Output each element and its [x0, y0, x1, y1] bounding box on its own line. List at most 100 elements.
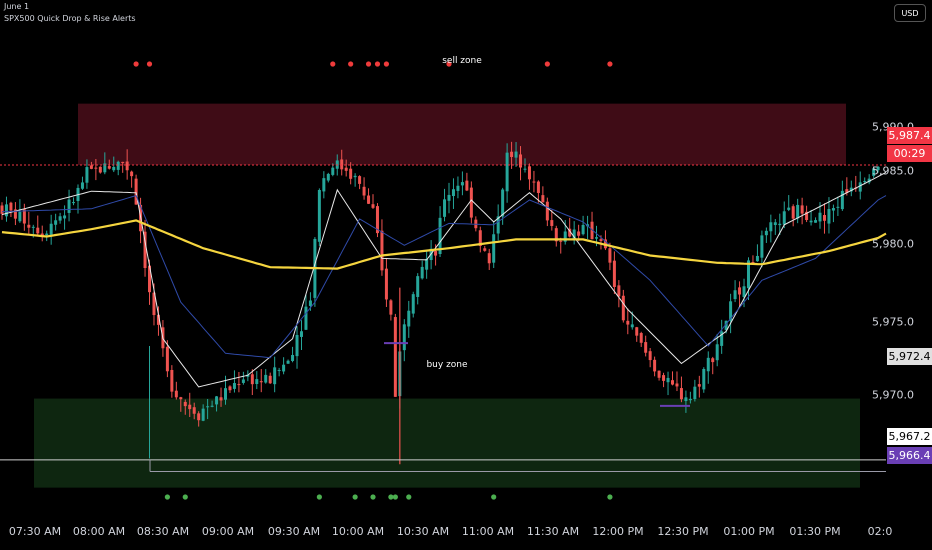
last-price-tag: 5,987.4: [887, 127, 932, 144]
drop-alert-dot: [374, 61, 381, 67]
candle-body: [125, 161, 129, 171]
candle-body: [201, 408, 205, 421]
buy-zone: [34, 398, 860, 488]
candle-body: [510, 151, 514, 158]
candle-body: [380, 230, 384, 271]
candle-body: [536, 181, 540, 193]
candle-body: [85, 167, 89, 183]
chart-date: June 1: [4, 2, 30, 11]
x-tick-label: 10:00 AM: [331, 525, 385, 538]
candle-body: [630, 324, 634, 328]
level-tag-a: 5,972.4: [887, 348, 932, 365]
candle-body: [460, 182, 464, 186]
candle-body: [98, 166, 102, 173]
candle-body: [36, 227, 40, 234]
candle-body: [559, 240, 563, 242]
currency-button[interactable]: USD: [894, 4, 926, 22]
candle-body: [863, 181, 867, 183]
candle-body: [800, 205, 804, 214]
drop-alert-dot: [365, 61, 372, 67]
candle-body: [228, 386, 232, 391]
candle-body: [80, 182, 84, 189]
candle-body: [675, 383, 679, 387]
candle-body: [393, 317, 397, 397]
candle-body: [411, 294, 415, 314]
candle-body: [809, 220, 813, 223]
candle-body: [219, 397, 223, 401]
candle-body: [371, 204, 375, 208]
candle-body: [465, 180, 469, 191]
x-tick-label: 08:30 AM: [136, 525, 190, 538]
candle-body: [45, 233, 49, 236]
candle-body: [322, 178, 326, 192]
candle-body: [340, 159, 344, 170]
candle-body: [577, 231, 581, 236]
candle-body: [94, 167, 98, 169]
candle-body: [635, 327, 639, 336]
candle-body: [308, 300, 312, 306]
candle-body: [639, 333, 643, 343]
candle-body: [469, 187, 473, 218]
candle-body: [599, 239, 603, 242]
candle-body: [451, 189, 455, 197]
price-chart[interactable]: [0, 0, 932, 550]
x-tick-label: 11:30 AM: [526, 525, 580, 538]
candle-body: [215, 396, 219, 405]
candle-body: [326, 173, 330, 181]
candle-body: [621, 295, 625, 321]
candle-body: [286, 360, 290, 364]
candle-body: [367, 195, 371, 204]
y-tick-label: 5,985.0: [872, 164, 914, 178]
candle-body: [617, 285, 621, 297]
candle-body: [648, 351, 652, 361]
indicator-title[interactable]: SPX500 Quick Drop & Rise Alerts: [4, 14, 136, 23]
x-tick-label: 10:30 AM: [396, 525, 450, 538]
x-tick-label: 02:0: [867, 525, 893, 538]
candle-body: [814, 220, 818, 223]
candle-body: [541, 195, 545, 203]
candle-body: [483, 248, 487, 251]
candle-body: [702, 369, 706, 390]
candle-body: [626, 320, 630, 325]
drop-alert-dot: [383, 61, 390, 67]
rise-alert-dot: [164, 494, 170, 500]
drop-alert-dot: [146, 61, 153, 67]
candle-body: [402, 324, 406, 351]
candle-body: [501, 189, 505, 217]
candle-body: [514, 151, 518, 158]
candle-body: [344, 167, 348, 171]
candle-body: [796, 204, 800, 219]
rise-alert-dot: [406, 494, 412, 500]
candle-body: [49, 223, 53, 237]
candle-body: [532, 181, 536, 183]
candle-body: [787, 207, 791, 210]
candle-body: [174, 390, 178, 398]
candle-body: [697, 384, 701, 387]
candle-body: [818, 212, 822, 222]
candle-body: [492, 234, 496, 263]
candle-body: [706, 357, 710, 372]
candle-body: [58, 216, 62, 221]
candle-body: [666, 377, 670, 383]
candle-body: [210, 405, 214, 407]
candle-body: [206, 406, 210, 408]
candle-body: [259, 381, 263, 383]
rise-alert-dot: [607, 494, 613, 500]
candle-body: [612, 260, 616, 287]
x-tick-label: 12:30 PM: [657, 525, 709, 538]
candle-body: [434, 250, 438, 256]
candle-body: [362, 186, 366, 196]
candle-body: [644, 342, 648, 353]
bar-countdown: 00:29: [887, 145, 932, 162]
rise-alert-dot: [388, 494, 394, 500]
drop-alert-dot: [544, 61, 550, 67]
candle-body: [742, 286, 746, 297]
y-tick-label: 5,980.0: [872, 237, 914, 251]
candle-body: [760, 235, 764, 258]
x-tick-label: 01:30 PM: [789, 525, 841, 538]
candle-body: [595, 237, 599, 239]
candle-body: [241, 379, 245, 383]
x-tick-label: 11:00 AM: [461, 525, 515, 538]
candle-body: [827, 209, 831, 224]
candle-body: [277, 369, 281, 371]
